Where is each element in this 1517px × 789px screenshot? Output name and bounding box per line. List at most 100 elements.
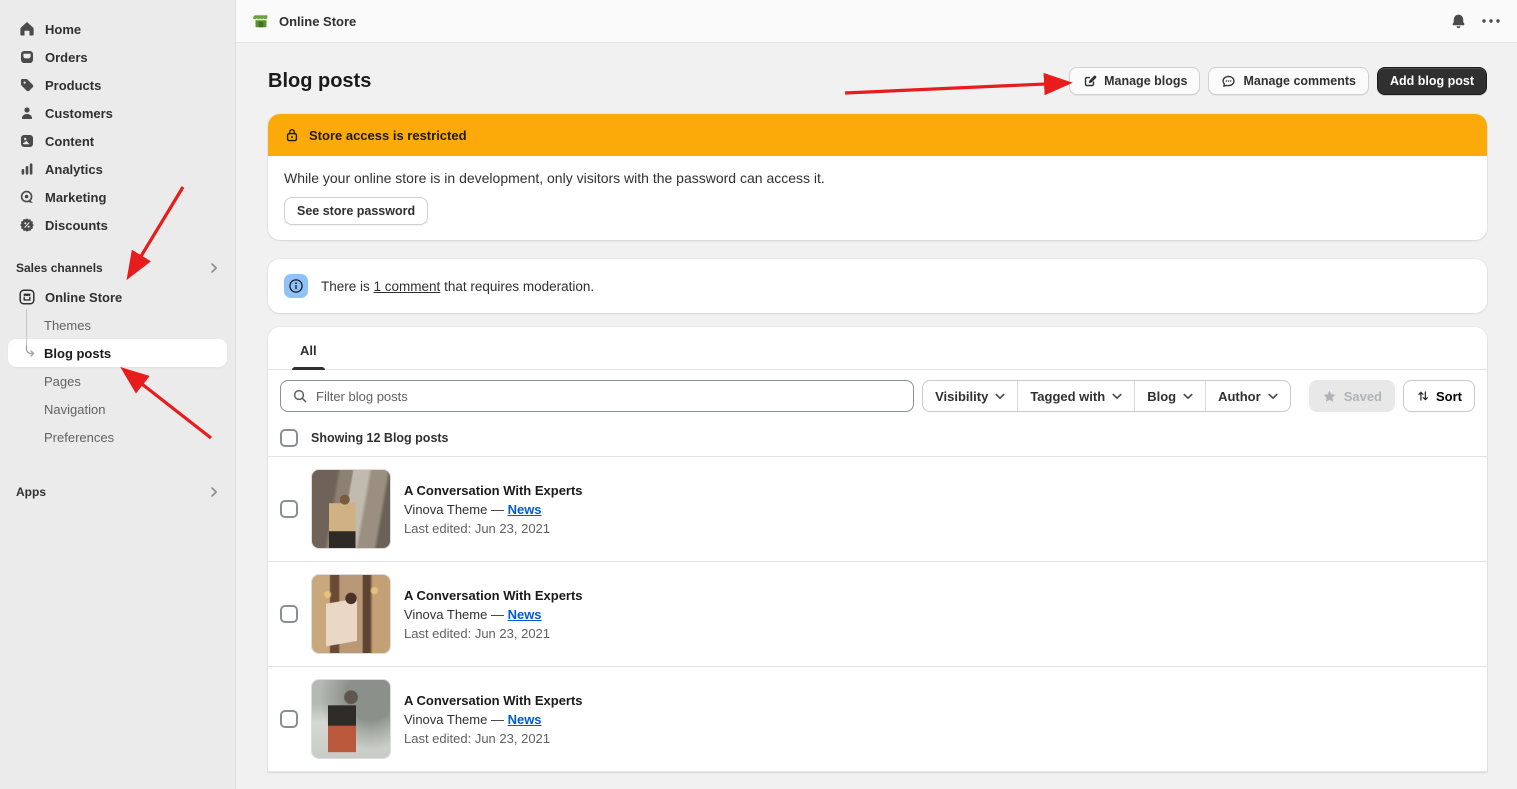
chevron-down-icon	[1183, 393, 1193, 400]
select-all-checkbox[interactable]	[280, 429, 298, 447]
sidebar-item-label: Customers	[45, 106, 113, 121]
sidebar-item-preferences[interactable]: Preferences	[8, 423, 227, 451]
table-row[interactable]: A Conversation With Experts Vinova Theme…	[268, 667, 1487, 772]
see-store-password-label: See store password	[297, 204, 415, 218]
sidebar-item-label: Online Store	[45, 290, 122, 305]
sidebar-item-products[interactable]: Products	[8, 71, 227, 99]
table-row[interactable]: A Conversation With Experts Vinova Theme…	[268, 562, 1487, 667]
manage-comments-label: Manage comments	[1243, 74, 1356, 88]
moderation-text: There is 1 comment that requires moderat…	[321, 279, 594, 294]
sub-item-label: Blog posts	[44, 346, 111, 361]
post-last-edited: Last edited: Jun 23, 2021	[404, 731, 583, 746]
author-filter-label: Author	[1218, 389, 1261, 404]
post-theme: Vinova Theme —	[404, 502, 508, 517]
sidebar-item-pages[interactable]: Pages	[8, 367, 227, 395]
sidebar-item-blog-posts[interactable]: Blog posts	[8, 339, 227, 367]
blog-filter[interactable]: Blog	[1135, 381, 1206, 411]
main-content: Blog posts Manage blogs Manage comments …	[236, 43, 1517, 789]
sidebar-item-orders[interactable]: Orders	[8, 43, 227, 71]
post-title[interactable]: A Conversation With Experts	[404, 693, 583, 708]
row-checkbox[interactable]	[280, 500, 298, 518]
sub-item-label: Themes	[44, 318, 91, 333]
row-checkbox[interactable]	[280, 605, 298, 623]
saved-label: Saved	[1344, 389, 1382, 404]
sales-channels-label: Sales channels	[16, 261, 103, 275]
marketing-icon	[18, 189, 35, 206]
chevron-down-icon	[995, 393, 1005, 400]
blog-filter-label: Blog	[1147, 389, 1176, 404]
search-icon	[292, 388, 308, 404]
sort-icon	[1416, 389, 1430, 403]
moderation-banner: There is 1 comment that requires moderat…	[268, 259, 1487, 313]
restricted-banner-head: Store access is restricted	[268, 114, 1487, 156]
chevron-down-icon	[1112, 393, 1122, 400]
sidebar-item-label: Content	[45, 134, 94, 149]
author-filter[interactable]: Author	[1206, 381, 1290, 411]
filter-blog-posts-input[interactable]	[316, 389, 902, 404]
restricted-banner-title: Store access is restricted	[309, 128, 467, 143]
manage-blogs-label: Manage blogs	[1104, 74, 1187, 88]
chevron-right-icon	[210, 262, 219, 274]
sidebar-item-label: Orders	[45, 50, 88, 65]
filter-group: Visibility Tagged with Blog Author	[922, 380, 1291, 412]
post-thumbnail	[311, 679, 391, 759]
sidebar-item-customers[interactable]: Customers	[8, 99, 227, 127]
store-access-banner: Store access is restricted While your on…	[268, 114, 1487, 240]
analytics-icon	[18, 161, 35, 178]
sales-channels-header[interactable]: Sales channels	[16, 255, 219, 281]
tab-all[interactable]: All	[296, 341, 321, 369]
lock-icon	[284, 127, 300, 143]
edit-icon	[1082, 74, 1097, 89]
comment-moderation-link[interactable]: 1 comment	[374, 279, 441, 294]
moderation-text-after: that requires moderation.	[440, 279, 594, 294]
sidebar-item-analytics[interactable]: Analytics	[8, 155, 227, 183]
sidebar-item-label: Analytics	[45, 162, 103, 177]
row-checkbox[interactable]	[280, 710, 298, 728]
table-row[interactable]: A Conversation With Experts Vinova Theme…	[268, 457, 1487, 562]
sort-label: Sort	[1436, 389, 1462, 404]
apps-header[interactable]: Apps	[16, 479, 219, 505]
moderation-text-before: There is	[321, 279, 374, 294]
page-title: Blog posts	[268, 70, 371, 93]
notifications-bell-icon[interactable]	[1450, 13, 1467, 30]
sidebar-item-discounts[interactable]: Discounts	[8, 211, 227, 239]
post-last-edited: Last edited: Jun 23, 2021	[404, 626, 583, 641]
sidebar-item-label: Discounts	[45, 218, 108, 233]
sidebar-item-label: Home	[45, 22, 81, 37]
post-category-link[interactable]: News	[508, 502, 542, 517]
chevron-down-icon	[1268, 393, 1278, 400]
filter-search-box[interactable]	[280, 380, 914, 412]
post-category-link[interactable]: News	[508, 712, 542, 727]
topbar: Online Store	[236, 0, 1517, 43]
sidebar-item-marketing[interactable]: Marketing	[8, 183, 227, 211]
star-icon	[1322, 389, 1337, 404]
sidebar-item-content[interactable]: Content	[8, 127, 227, 155]
orders-icon	[18, 49, 35, 66]
sidebar-item-navigation[interactable]: Navigation	[8, 395, 227, 423]
sort-button[interactable]: Sort	[1403, 380, 1475, 412]
see-store-password-button[interactable]: See store password	[284, 197, 428, 225]
restricted-banner-text: While your online store is in developmen…	[284, 170, 1471, 186]
post-title[interactable]: A Conversation With Experts	[404, 483, 583, 498]
discounts-icon	[18, 217, 35, 234]
sidebar-item-home[interactable]: Home	[8, 15, 227, 43]
info-icon	[284, 274, 308, 298]
post-meta: Vinova Theme — News	[404, 607, 583, 622]
apps-label: Apps	[16, 485, 46, 499]
chevron-right-icon	[210, 486, 219, 498]
sidebar-item-online-store[interactable]: Online Store	[8, 283, 227, 311]
topbar-title: Online Store	[279, 14, 356, 29]
saved-button: Saved	[1309, 380, 1395, 412]
add-blog-post-button[interactable]: Add blog post	[1377, 67, 1487, 95]
visibility-filter[interactable]: Visibility	[923, 381, 1018, 411]
content-icon	[18, 133, 35, 150]
post-category-link[interactable]: News	[508, 607, 542, 622]
post-title[interactable]: A Conversation With Experts	[404, 588, 583, 603]
tagged-with-filter[interactable]: Tagged with	[1018, 381, 1135, 411]
manage-comments-button[interactable]: Manage comments	[1208, 67, 1369, 95]
more-options-icon[interactable]	[1481, 18, 1501, 24]
manage-blogs-button[interactable]: Manage blogs	[1069, 67, 1200, 95]
elbow-arrow-icon	[21, 345, 36, 360]
products-icon	[18, 77, 35, 94]
sidebar-item-themes[interactable]: Themes	[8, 311, 227, 339]
